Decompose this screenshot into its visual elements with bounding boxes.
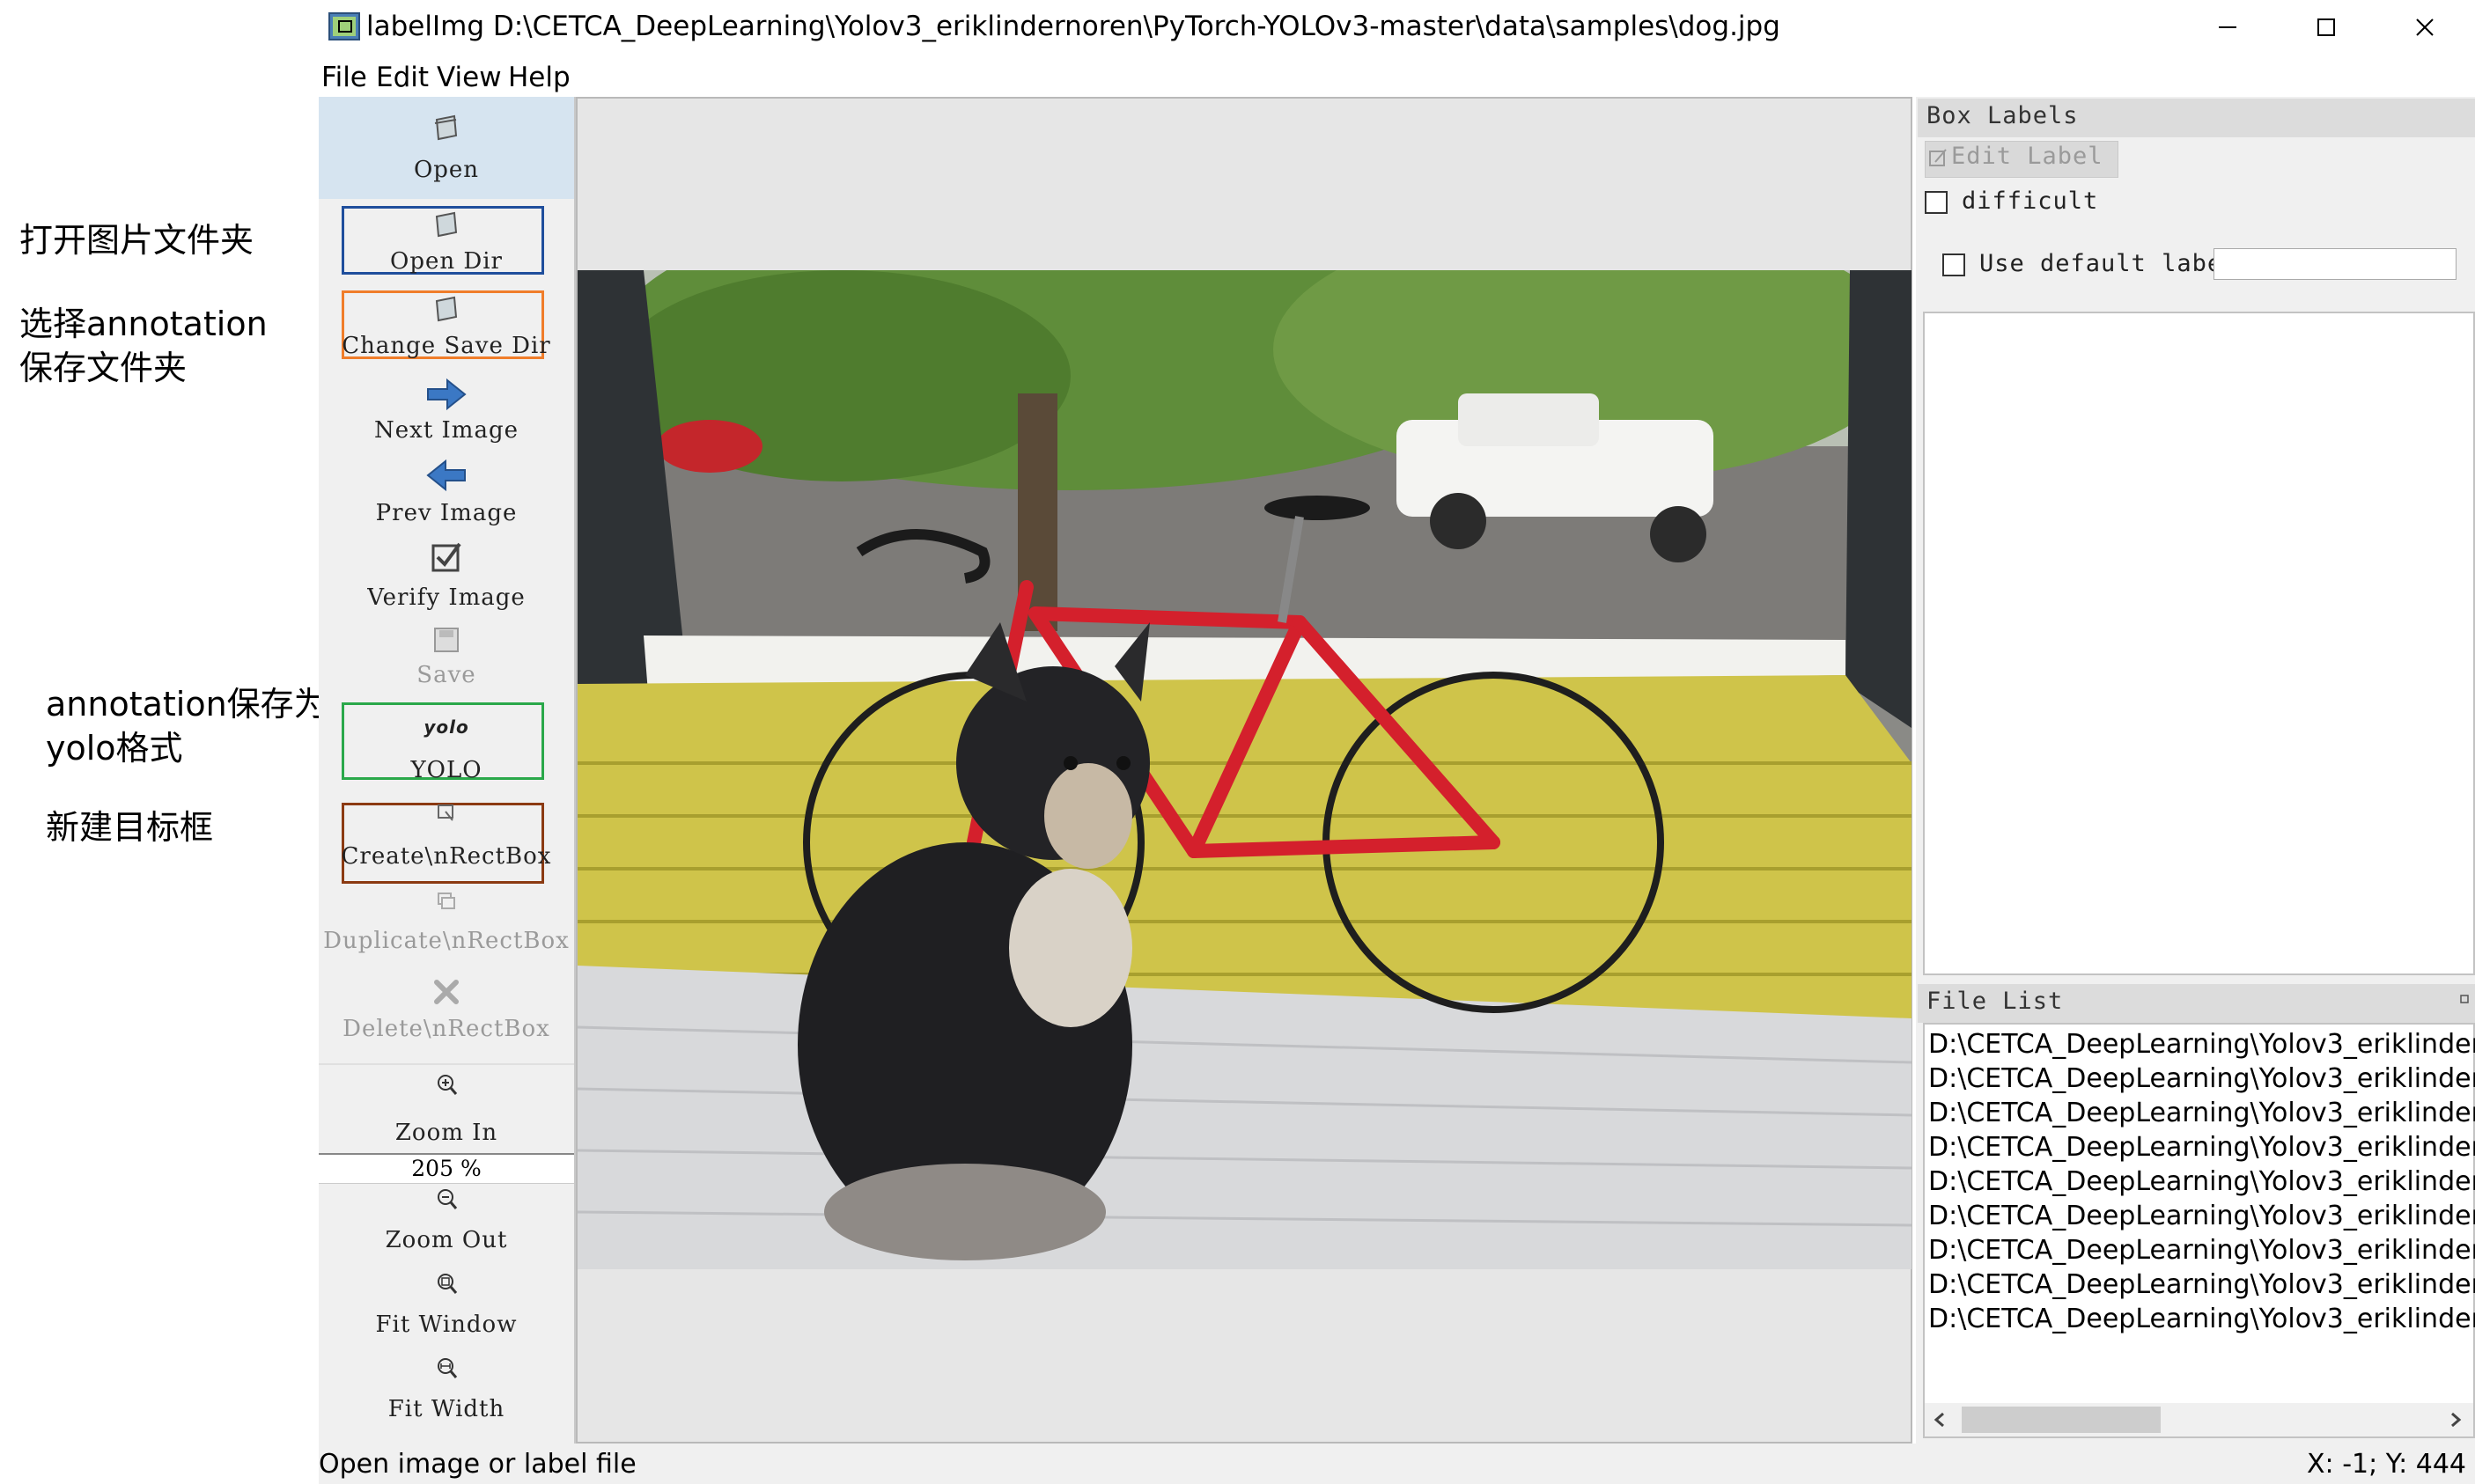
scroll-left-icon[interactable] (1932, 1411, 1948, 1429)
file-list-item[interactable]: D:\CETCA_DeepLearning\Yolov3_eriklindern… (1928, 1267, 2475, 1303)
menu-view[interactable]: View (437, 60, 502, 95)
next-image-button[interactable]: Next Image (319, 370, 574, 454)
delete-icon (434, 980, 459, 1004)
file-list-item[interactable]: D:\CETCA_DeepLearning\Yolov3_eriklindern… (1928, 1199, 2475, 1234)
menu-help[interactable]: Help (508, 60, 571, 95)
difficult-checkbox[interactable] (1925, 191, 1948, 214)
open-dir-tool: Open Dir (319, 202, 574, 282)
file-list-title: File List (1926, 988, 2064, 1015)
zoom-out-button[interactable]: Zoom Out (319, 1183, 574, 1267)
zoom-out-icon (438, 1189, 458, 1209)
label-list[interactable] (1923, 312, 2475, 975)
verify-image-label: Verify Image (367, 584, 526, 611)
change-save-dir-label: Change Save Dir (342, 333, 551, 359)
zoom-in-label: Zoom In (394, 1120, 498, 1146)
file-list-item[interactable]: D:\CETCA_DeepLearning\Yolov3_eriklindern… (1928, 1302, 2475, 1337)
scrollbar-thumb[interactable] (1962, 1407, 2161, 1433)
fit-width-icon (438, 1358, 458, 1378)
cursor-coordinates: X: -1; Y: 444 (2307, 1449, 2466, 1480)
scroll-right-icon[interactable] (2448, 1411, 2464, 1429)
zoom-value-spinbox[interactable]: 205 % (319, 1153, 574, 1184)
box-labels-title: Box Labels (1926, 102, 2079, 129)
verify-image-button[interactable]: Verify Image (319, 539, 574, 621)
zoom-in-icon (438, 1075, 458, 1095)
duplicate-rectbox-button[interactable]: Duplicate\nRectBox (319, 885, 574, 973)
folder-open-icon (435, 296, 458, 322)
edit-icon (1929, 149, 1947, 166)
next-image-label: Next Image (374, 417, 519, 444)
change-save-dir-tool: Change Save Dir (319, 287, 574, 366)
right-arrow-icon (427, 378, 467, 411)
note-create-box: 新建目标框 (46, 808, 214, 847)
delete-rectbox-label: Delete\nRectBox (343, 1016, 550, 1042)
folder-open-icon (435, 211, 458, 238)
close-button[interactable] (2376, 0, 2474, 55)
menu-file[interactable]: File (321, 60, 367, 95)
minimize-icon (2219, 26, 2236, 28)
create-rectbox-label: Create\nRectBox (341, 843, 552, 870)
file-list-item[interactable]: D:\CETCA_DeepLearning\Yolov3_eriklindern… (1928, 1164, 2475, 1200)
zoom-in-button[interactable]: Zoom In (319, 1063, 574, 1162)
edit-label-text: Edit Label (1951, 143, 2103, 170)
fit-width-label: Fit Width (387, 1396, 505, 1422)
folder-open-icon (434, 114, 458, 141)
use-default-label-label: Use default label (1979, 250, 2238, 277)
fit-width-button[interactable]: Fit Width (319, 1352, 574, 1436)
delete-rectbox-button[interactable]: Delete\nRectBox (319, 973, 574, 1062)
use-default-label-checkbox[interactable] (1942, 253, 1965, 276)
toolbar: Open Open Dir Change Save Dir Next Image… (319, 97, 576, 1444)
dock-float-icon[interactable] (2460, 995, 2471, 1005)
difficult-label: difficult (1962, 187, 2099, 215)
save-label: Save (416, 662, 476, 688)
note-yolo: annotation保存为 yolo格式 (46, 685, 328, 768)
note-save-dir: 选择annotation 保存文件夹 (19, 305, 268, 387)
left-arrow-icon (426, 459, 466, 492)
duplicate-rectbox-label: Duplicate\nRectBox (323, 928, 570, 954)
yolo-icon: yolo (424, 716, 469, 738)
floppy-icon (434, 628, 459, 652)
close-icon (2416, 18, 2434, 36)
checkbox-icon (431, 542, 461, 572)
save-button[interactable]: Save (319, 621, 574, 701)
status-message: Open image or label file (319, 1449, 637, 1480)
open-label: Open (413, 157, 480, 183)
file-list-item[interactable]: D:\CETCA_DeepLearning\Yolov3_eriklindern… (1928, 1130, 2475, 1165)
dog-photo[interactable] (578, 270, 1911, 1269)
fit-window-label: Fit Window (375, 1311, 518, 1338)
prev-image-button[interactable]: Prev Image (319, 454, 574, 539)
open-button[interactable]: Open (319, 97, 574, 199)
minimize-button[interactable] (2178, 0, 2277, 55)
labelimg-app-icon (328, 12, 360, 40)
duplicate-icon (438, 893, 455, 909)
draw-box-icon (438, 804, 453, 821)
create-rectbox-tool: Create\nRectBox (319, 801, 574, 885)
file-list-item[interactable]: D:\CETCA_DeepLearning\Yolov3_eriklindern… (1928, 1027, 2475, 1062)
file-list-item[interactable]: D:\CETCA_DeepLearning\Yolov3_eriklindern… (1928, 1096, 2475, 1131)
file-list-item[interactable]: D:\CETCA_DeepLearning\Yolov3_eriklindern… (1928, 1233, 2475, 1268)
default-label-input[interactable] (2214, 248, 2457, 280)
note-open-dir: 打开图片文件夹 (19, 221, 254, 260)
maximize-button[interactable] (2277, 0, 2376, 55)
prev-image-label: Prev Image (375, 500, 518, 526)
menu-bar (319, 55, 2475, 97)
fit-window-button[interactable]: Fit Window (319, 1267, 574, 1352)
window-title: labelImg D:\CETCA_DeepLearning\Yolov3_er… (366, 11, 1780, 42)
open-dir-label: Open Dir (390, 248, 503, 275)
yolo-label: YOLO (410, 757, 482, 783)
yolo-tool: yolo YOLO (319, 702, 574, 790)
zoom-out-label: Zoom Out (385, 1227, 508, 1253)
menu-edit[interactable]: Edit (376, 60, 429, 95)
maximize-icon (2317, 18, 2335, 36)
fit-window-icon (438, 1274, 458, 1294)
file-list-item[interactable]: D:\CETCA_DeepLearning\Yolov3_eriklindern… (1928, 1062, 2475, 1097)
status-bar (319, 1444, 2475, 1484)
